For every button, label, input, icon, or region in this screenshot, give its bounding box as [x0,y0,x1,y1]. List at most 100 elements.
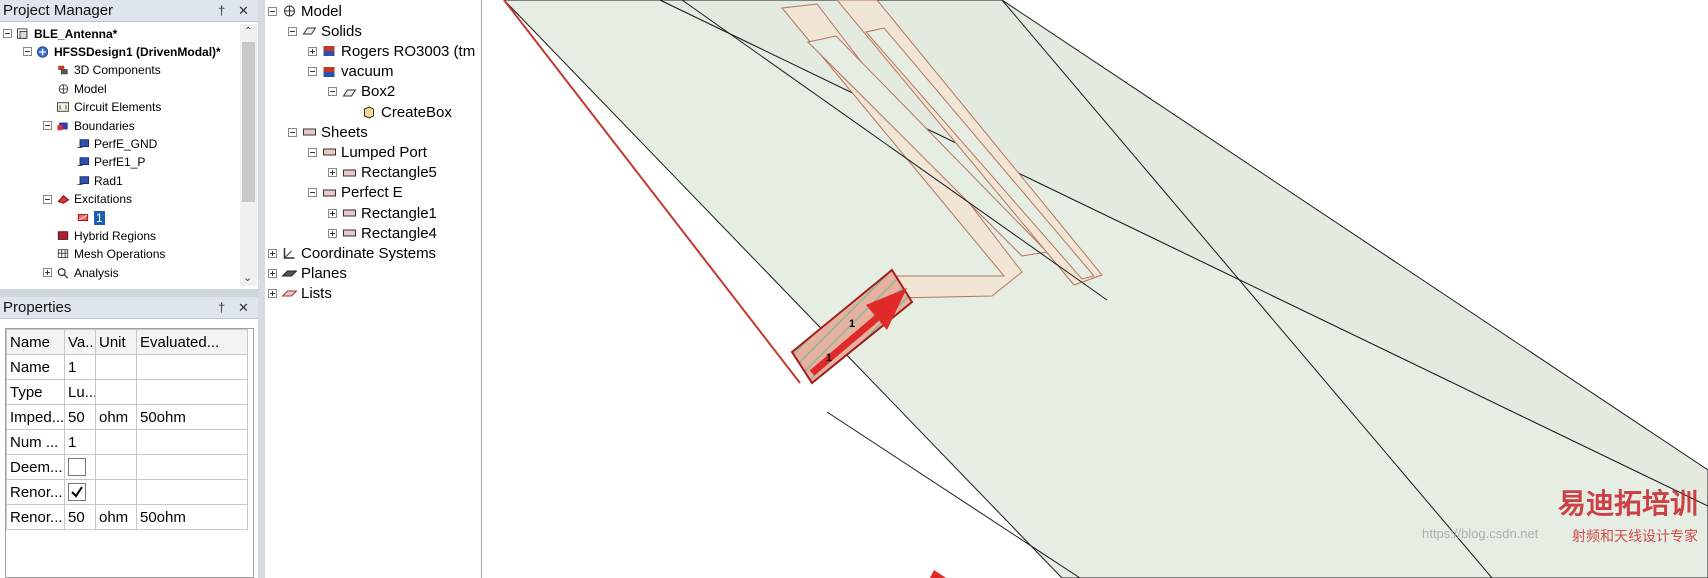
expand-icon[interactable] [308,46,317,56]
checkbox-checked[interactable] [68,483,86,502]
column-header[interactable]: Unit [95,329,137,355]
collapse-icon[interactable] [308,147,317,157]
cell-unit[interactable]: ohm [95,404,137,430]
column-header[interactable]: Va... [64,329,96,355]
expand-icon[interactable] [328,208,337,218]
tree-item[interactable]: CreateBox [348,102,452,122]
table-row[interactable]: Num ... 1 [6,429,248,455]
tree-item-label: Analysis [74,265,119,280]
cell-value[interactable]: 50 [64,504,96,530]
project-tree-scrollbar[interactable]: ⌃ ⌄ [240,24,257,286]
cell-value[interactable]: Lu... [64,379,96,405]
tree-item[interactable]: Coordinate Systems [268,243,436,263]
tree-item[interactable]: 3D Components [43,61,161,80]
cell-evaluated[interactable] [136,454,248,480]
tree-item[interactable]: Rectangle5 [328,163,437,183]
cell-evaluated[interactable] [136,354,248,380]
close-icon[interactable]: ✕ [238,297,249,319]
tree-item[interactable]: Model [43,79,107,98]
tree-item[interactable]: Lists [268,284,332,304]
cell-evaluated[interactable] [136,429,248,455]
tree-item[interactable]: Rad1 [63,171,123,190]
cell-evaluated[interactable] [136,379,248,405]
horizontal-splitter[interactable] [0,289,258,297]
scroll-up-icon[interactable]: ⌃ [244,26,252,37]
port-label: 1 [849,318,855,330]
table-row[interactable]: Renor... [6,479,248,505]
tree-item[interactable]: Box2 [328,82,395,102]
tree-item[interactable]: Model [268,1,342,21]
tree-item[interactable]: PerfE_GND [63,134,157,153]
tree-item[interactable]: Planes [268,264,347,284]
cell-evaluated[interactable]: 50ohm [136,504,248,530]
checkbox-unchecked[interactable] [68,458,86,477]
tree-item[interactable]: Rectangle4 [328,223,437,243]
tree-item[interactable]: Rectangle1 [328,203,437,223]
tree-item-label: 3D Components [74,63,161,78]
vertical-splitter[interactable] [258,0,265,578]
cell-evaluated[interactable] [136,479,248,505]
collapse-icon[interactable] [288,26,297,36]
expand-icon[interactable] [268,248,277,258]
tree-item-label: 1 [94,210,105,225]
tree-item[interactable]: PerfE1_P [63,153,145,172]
collapse-icon[interactable] [43,194,52,204]
tree-item[interactable]: BLE_Antenna* [3,24,117,43]
column-header[interactable]: Name [6,329,65,355]
collapse-icon[interactable] [308,188,317,198]
tree-item[interactable]: Lumped Port [308,142,427,162]
pin-icon[interactable]: † [218,297,225,319]
cell-value[interactable]: 50 [64,404,96,430]
collapse-icon[interactable] [308,67,317,77]
cell-unit[interactable] [95,354,137,380]
modeler-viewport[interactable]: 1 1 易迪拓培训 https://blog.csdn.net 射频和天线设计专… [482,0,1708,578]
cell-unit[interactable] [95,379,137,405]
pin-icon[interactable]: † [218,0,225,22]
close-icon[interactable]: ✕ [238,0,249,22]
tree-item[interactable]: 1 [63,208,105,227]
expand-icon[interactable] [43,268,52,278]
port-label: 1 [826,352,832,364]
cell-value[interactable] [64,454,96,480]
table-row[interactable]: Deem... [6,454,248,480]
sheets-icon [301,125,317,139]
tree-item[interactable]: Sheets [288,122,368,142]
tree-item[interactable]: Rogers RO3003 (tm [308,41,475,61]
collapse-icon[interactable] [288,127,297,137]
column-header[interactable]: Evaluated... [136,329,248,355]
table-row[interactable]: Type Lu... [6,379,248,405]
cell-unit[interactable] [95,454,137,480]
tree-item[interactable]: Hybrid Regions [43,226,156,245]
cell-value[interactable]: 1 [64,354,96,380]
cell-unit[interactable]: ohm [95,504,137,530]
cell-unit[interactable] [95,429,137,455]
collapse-icon[interactable] [23,47,32,57]
tree-item[interactable]: HFSSDesign1 (DrivenModal)* [23,42,221,61]
collapse-icon[interactable] [268,6,277,16]
collapse-icon[interactable] [43,121,52,130]
tree-item[interactable]: Perfect E [308,183,403,203]
tree-item-label: Lists [301,285,332,303]
tree-item[interactable]: Excitations [43,190,132,209]
cell-value[interactable]: 1 [64,429,96,455]
collapse-icon[interactable] [3,29,12,38]
table-row[interactable]: Imped... 50 ohm 50ohm [6,404,248,430]
collapse-icon[interactable] [328,87,337,97]
cell-evaluated[interactable]: 50ohm [136,404,248,430]
table-row[interactable]: Name 1 [6,354,248,380]
cell-value[interactable] [64,479,96,505]
tree-item[interactable]: Circuit Elements [43,98,161,117]
expand-icon[interactable] [328,168,337,178]
tree-item[interactable]: Solids [288,21,362,41]
scroll-down-icon[interactable]: ⌄ [243,271,252,284]
expand-icon[interactable] [328,228,337,238]
cell-unit[interactable] [95,479,137,505]
table-row[interactable]: Renor... 50 ohm 50ohm [6,504,248,530]
scroll-thumb[interactable] [242,42,255,202]
tree-item[interactable]: vacuum [308,62,394,82]
expand-icon[interactable] [268,269,277,279]
tree-item[interactable]: Mesh Operations [43,245,165,264]
expand-icon[interactable] [268,289,277,299]
tree-item[interactable]: Boundaries [43,116,135,135]
tree-item[interactable]: Analysis [43,263,119,282]
